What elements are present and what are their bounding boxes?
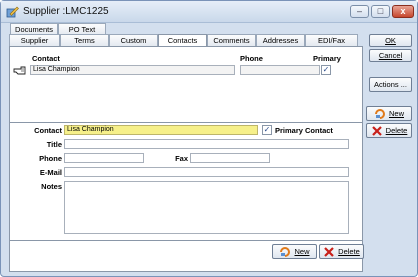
- notes-field[interactable]: [64, 181, 349, 234]
- tab-addresses[interactable]: Addresses: [256, 34, 305, 46]
- contacts-panel: Contact Phone Primary Lisa Champion ✓ Co…: [9, 46, 364, 272]
- notes-label: Notes: [41, 182, 62, 191]
- tab-supplier[interactable]: Supplier: [9, 34, 60, 46]
- side-new-button[interactable]: New: [366, 106, 412, 121]
- supplier-window: Supplier :LMC1225 – □ x Documents PO Tex…: [0, 0, 418, 277]
- primary-checkbox-cell[interactable]: ✓: [321, 65, 331, 75]
- cancel-label: Cancel: [378, 50, 403, 60]
- panel-delete-button[interactable]: Delete: [319, 244, 364, 259]
- title-bar[interactable]: Supplier :LMC1225 – □ x: [1, 1, 417, 23]
- contact-cell[interactable]: Lisa Champion: [30, 65, 235, 75]
- tab-comments[interactable]: Comments: [207, 34, 256, 46]
- primary-contact-checkbox[interactable]: ✓: [262, 125, 272, 135]
- panel-new-button[interactable]: New: [272, 244, 317, 259]
- tab-edi-fax[interactable]: EDI/Fax: [305, 34, 358, 46]
- title-label: Title: [46, 140, 62, 149]
- bottom-divider: [10, 240, 362, 241]
- side-delete-button[interactable]: Delete: [366, 123, 412, 138]
- pencil-edit-icon: [6, 6, 19, 18]
- panel-delete-label: Delete: [338, 246, 360, 256]
- side-new-label: New: [388, 108, 404, 118]
- window-title: Supplier :LMC1225: [23, 6, 109, 17]
- cancel-button[interactable]: Cancel: [369, 49, 412, 62]
- email-label: E-Mail: [39, 168, 62, 177]
- section-divider: [10, 122, 362, 123]
- ok-label: OK: [385, 35, 396, 45]
- grid-header-phone: Phone: [240, 54, 263, 63]
- panel-new-label: New: [294, 246, 310, 256]
- close-button[interactable]: x: [392, 5, 414, 18]
- new-record-icon: [374, 108, 385, 119]
- phone-cell[interactable]: [240, 65, 320, 75]
- fax-label: Fax: [175, 154, 188, 163]
- title-field[interactable]: [64, 139, 349, 149]
- delete-x-icon: [324, 246, 334, 257]
- fax-field[interactable]: [190, 153, 270, 163]
- email-field[interactable]: [64, 167, 349, 177]
- row-pointer-hand-icon: [13, 66, 26, 75]
- contact-label: Contact: [34, 126, 62, 135]
- new-record-icon: [280, 246, 291, 257]
- restore-button[interactable]: □: [371, 5, 390, 18]
- contact-field[interactable]: Lisa Champion: [64, 125, 258, 135]
- tab-custom[interactable]: Custom: [109, 34, 158, 46]
- primary-contact-label: Primary Contact: [275, 126, 333, 135]
- ok-button[interactable]: OK: [369, 34, 412, 47]
- main-tab-row: Supplier Terms Custom Contacts Comments …: [9, 34, 358, 47]
- phone-label: Phone: [39, 154, 62, 163]
- tab-terms[interactable]: Terms: [60, 34, 109, 46]
- minimize-button[interactable]: –: [350, 5, 369, 18]
- phone-field[interactable]: [64, 153, 144, 163]
- grid-header-primary: Primary: [313, 54, 341, 63]
- side-delete-label: Delete: [385, 125, 408, 135]
- grid-header-contact: Contact: [32, 54, 60, 63]
- actions-button[interactable]: Actions ...: [369, 77, 412, 92]
- delete-x-icon: [371, 125, 382, 136]
